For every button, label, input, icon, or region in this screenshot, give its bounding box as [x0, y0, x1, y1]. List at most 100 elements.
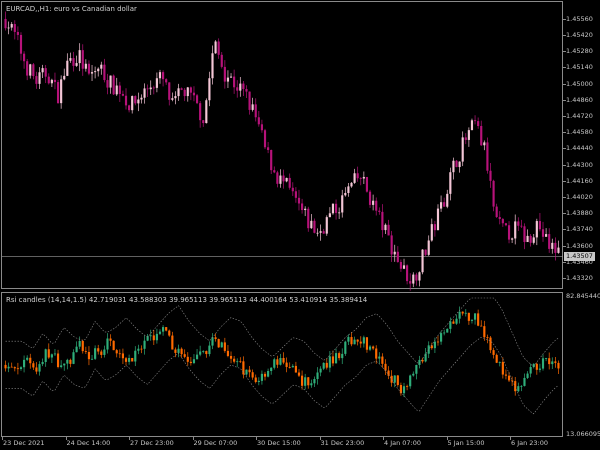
price-candle [202, 119, 205, 127]
rsi-candle [16, 362, 19, 375]
price-candle [545, 228, 548, 237]
price-candle [131, 95, 134, 114]
rsi-candle [452, 319, 455, 324]
price-candle [328, 207, 331, 218]
rsi-candle [66, 358, 69, 370]
rsi-candle [47, 343, 50, 359]
rsi-candle [260, 370, 264, 385]
price-candle [87, 60, 91, 76]
rsi-candle [115, 348, 118, 358]
price-candle [165, 78, 168, 85]
rsi-candle [381, 353, 384, 368]
price-label: 1.43320 [566, 273, 593, 282]
price-candle [325, 215, 328, 236]
price-candle [168, 82, 171, 106]
rsi-candle [26, 355, 29, 362]
rsi-candle [517, 382, 520, 393]
rsi-candle [297, 369, 301, 377]
rsi-candle [412, 371, 415, 377]
rsi-candle [226, 345, 230, 358]
price-candle [498, 211, 501, 225]
price-candle [248, 91, 251, 115]
price-candle [409, 273, 412, 291]
price-candle [316, 228, 319, 237]
price-candle [100, 61, 103, 75]
price-candle [217, 38, 220, 59]
price-candle [257, 111, 260, 127]
rsi-candle [94, 345, 97, 360]
price-candle [458, 161, 461, 173]
chart-canvas [2, 11, 563, 415]
price-candle [115, 77, 118, 96]
rsi-candle [341, 348, 344, 365]
price-candle [22, 51, 26, 69]
price-candle [393, 244, 396, 262]
rsi-candle [319, 366, 322, 377]
rsi-candle [183, 349, 186, 359]
rsi-candle [470, 319, 474, 324]
price-candle [143, 83, 146, 104]
price-candle [347, 183, 350, 197]
price-candle [267, 142, 270, 154]
price-candle [239, 76, 242, 97]
rsi-candle [168, 329, 171, 337]
rsi-candle [486, 334, 489, 344]
price-candle [300, 198, 304, 214]
price-candle [353, 168, 356, 184]
rsi-candle [97, 344, 100, 355]
price-candle [242, 80, 245, 96]
rsi-lower-band [5, 336, 559, 415]
price-candle [26, 58, 29, 81]
price-candle [517, 217, 520, 231]
price-axis: 1.45560 1.45420 1.45280 1.45140 1.45000 1.448… [563, 0, 600, 289]
price-candle [387, 219, 390, 236]
rsi-candle [78, 336, 81, 350]
price-candle [492, 179, 495, 212]
rsi-candle [557, 360, 560, 375]
price-candle [158, 69, 162, 84]
rsi-candle [399, 382, 403, 396]
rsi-candle [384, 359, 387, 376]
price-candle [541, 221, 545, 242]
rsi-candle [236, 358, 239, 367]
rsi-candle [149, 329, 152, 341]
rsi-candle [316, 367, 319, 385]
price-candle [381, 204, 384, 238]
price-candle [375, 197, 378, 216]
rsi-candle [477, 309, 480, 327]
price-candle [313, 218, 316, 234]
price-candle [319, 224, 322, 241]
rsi-candle [334, 348, 338, 364]
price-candle [362, 171, 365, 185]
price-candle [226, 70, 230, 89]
price-candle [372, 194, 375, 211]
rsi-candle [461, 311, 464, 316]
price-candle [152, 85, 155, 95]
price-candle [260, 119, 264, 133]
rsi-candle [81, 339, 84, 354]
price-candle [365, 176, 369, 193]
rsi-candle [75, 341, 78, 353]
time-axis: 23 Dec 2021 24 Dec 14:00 27 Dec 23:00 29 De… [0, 437, 600, 450]
rsi-candle [406, 384, 409, 391]
price-candle [103, 58, 106, 83]
price-candle [263, 128, 267, 149]
rsi-axis: 82.845440 13.066095 [563, 292, 600, 438]
rsi-candle [257, 377, 260, 386]
rsi-candle [137, 344, 140, 355]
price-candle [236, 80, 239, 98]
time-label: 27 Dec 23:00 [130, 439, 174, 447]
rsi-candle [100, 349, 103, 359]
price-candle [29, 63, 32, 79]
price-candle [254, 98, 257, 122]
price-candle [436, 204, 440, 231]
price-candle [368, 189, 372, 208]
price-candle [7, 21, 10, 35]
rsi-candle [300, 370, 304, 390]
rsi-candle [538, 363, 542, 373]
rsi-candle [134, 346, 137, 367]
price-candle [473, 115, 477, 125]
rsi-candle [282, 352, 285, 365]
price-candle [520, 219, 523, 228]
price-candle [396, 246, 399, 263]
